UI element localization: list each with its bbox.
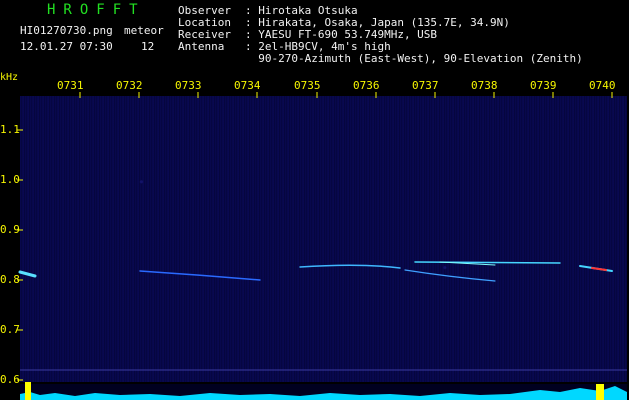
freq-tick-label: 0.9: [0, 223, 20, 236]
freq-tick-label: 0.8: [0, 273, 20, 286]
time-tick-marks: [79, 92, 613, 98]
freq-tick-label: 0.6: [0, 373, 20, 386]
freq-tick-label: 1.1: [0, 123, 20, 136]
freq-tick-label: 1.0: [0, 173, 20, 186]
spectrogram-overlay: [17, 92, 627, 400]
freq-tick-label: 0.7: [0, 323, 20, 336]
spectrum-peak-left: [25, 382, 31, 400]
spectrum-peak-right: [596, 384, 604, 400]
freq-tick-marks: [17, 129, 23, 381]
meteor-traces: [18, 261, 613, 282]
